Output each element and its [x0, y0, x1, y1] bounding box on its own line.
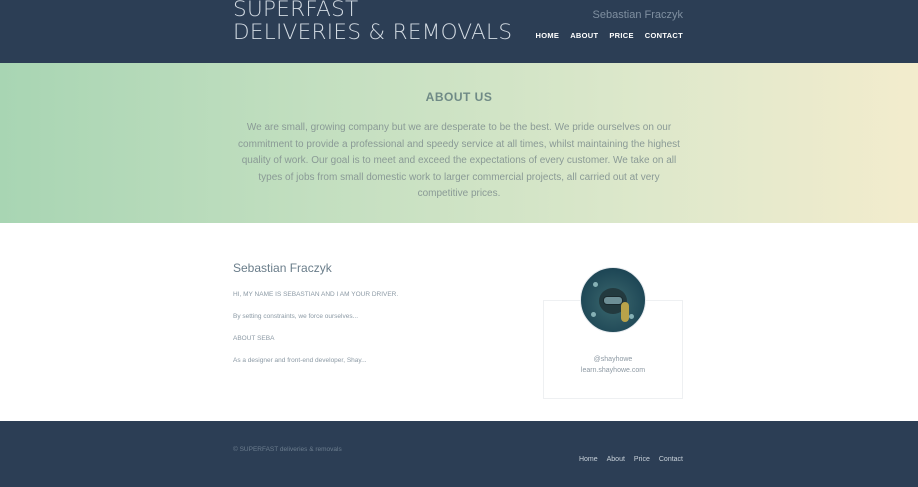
about-text: We are small, growing company but we are…	[238, 122, 680, 200]
header-user-name: Sebastian Fraczyk	[592, 9, 683, 21]
footer-copyright: © SUPERFAST deliveries & removals	[233, 446, 342, 453]
bubble	[591, 312, 596, 317]
footer-nav-price[interactable]: Price	[634, 456, 650, 463]
footer-nav-about[interactable]: About	[607, 456, 625, 463]
site-footer: © SUPERFAST deliveries & removals Home A…	[0, 421, 918, 487]
footer-nav-home[interactable]: Home	[579, 456, 598, 463]
brand-logo[interactable]: SUPERFAST DELIVERIES & REMOVALS	[233, 0, 533, 44]
card-url[interactable]: learn.shayhowe.com	[543, 367, 683, 374]
nav-about[interactable]: ABOUT	[570, 31, 598, 40]
profile-intro: HI, MY NAME IS SEBASTIAN AND I AM YOUR D…	[233, 291, 399, 298]
diver-mask	[603, 296, 623, 305]
diver-avatar-icon	[580, 267, 646, 333]
main-nav: HOME ABOUT PRICE CONTACT	[535, 31, 683, 40]
about-section: ABOUT US We are small, growing company b…	[0, 63, 918, 223]
nav-contact[interactable]: CONTACT	[645, 31, 683, 40]
profile-name: Sebastian Fraczyk	[233, 261, 332, 275]
profile-line-2: By setting constraints, we force ourselv…	[233, 313, 358, 320]
site-header: SUPERFAST DELIVERIES & REMOVALS Sebastia…	[0, 0, 918, 63]
profile-line-4: As a designer and front-end developer, S…	[233, 357, 367, 364]
brand-line-2: DELIVERIES & REMOVALS	[233, 20, 513, 45]
footer-nav: Home About Price Contact	[579, 456, 683, 463]
about-title: ABOUT US	[425, 90, 493, 104]
brand-line-1: SUPERFAST	[233, 0, 359, 22]
profile-line-3: ABOUT SEBA	[233, 335, 275, 342]
bubble	[593, 282, 598, 287]
bubble	[629, 314, 634, 319]
nav-home[interactable]: HOME	[535, 31, 559, 40]
card-handle[interactable]: @shayhowe	[543, 356, 683, 363]
footer-nav-contact[interactable]: Contact	[659, 456, 683, 463]
diver-hose	[621, 302, 629, 322]
nav-price[interactable]: PRICE	[609, 31, 633, 40]
